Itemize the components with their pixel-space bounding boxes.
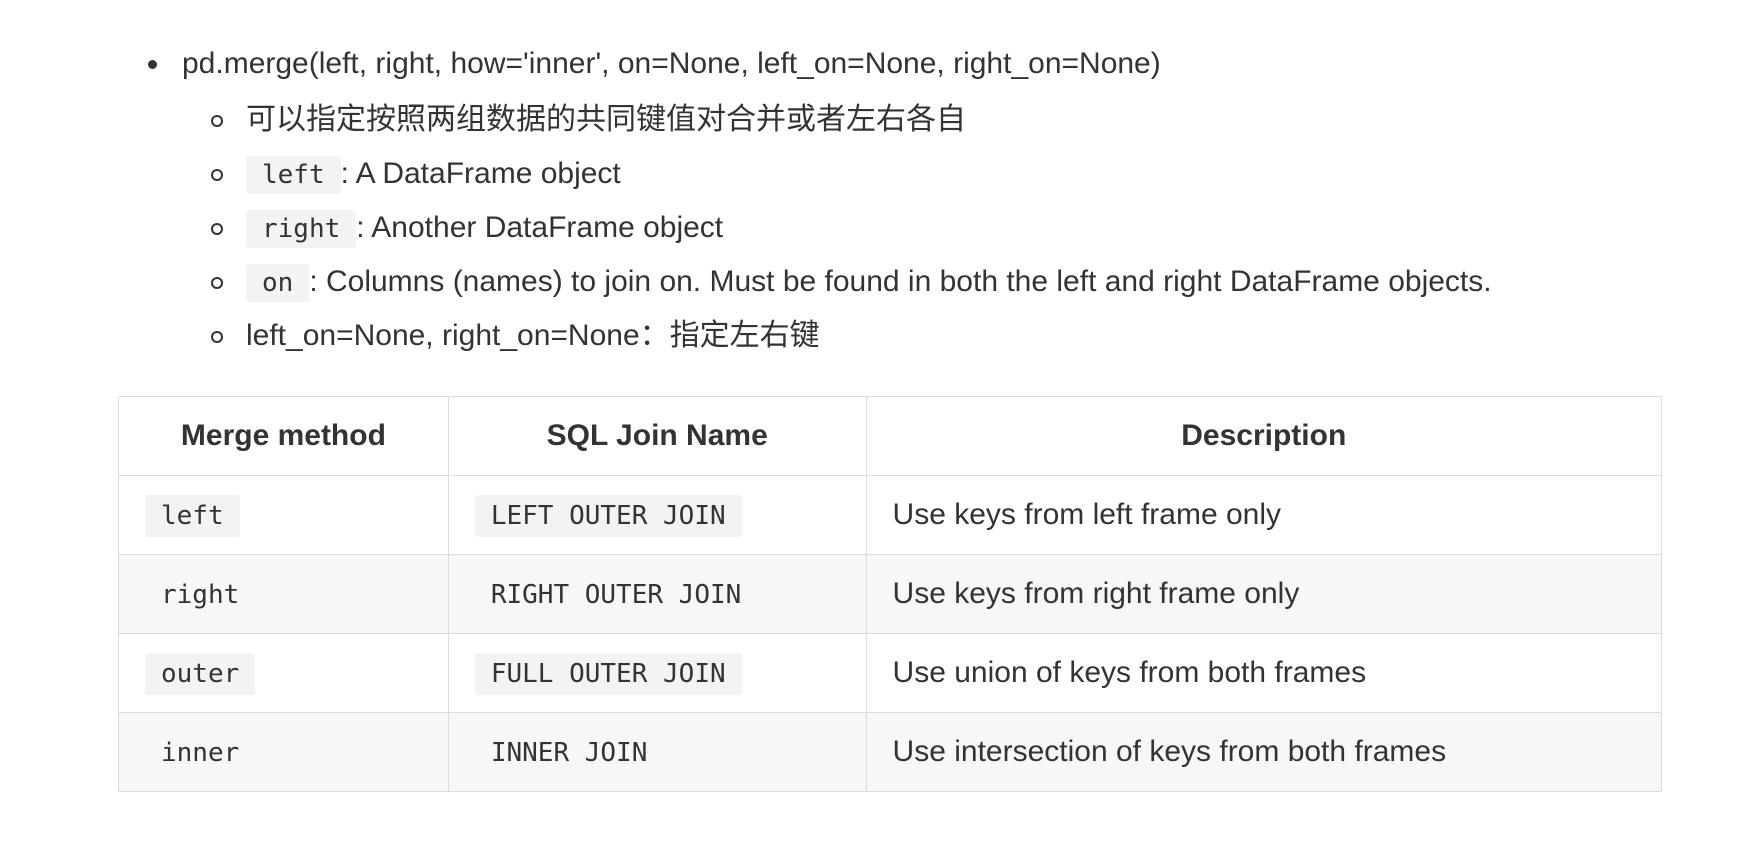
cell-description: Use intersection of keys from both frame… [865,712,1663,792]
inline-code: left [246,156,341,194]
column-header-merge-method: Merge method [118,396,449,476]
method-code: inner [161,738,240,768]
merge-signature-text: pd.merge(left, right, how='inner', on=No… [182,47,1161,80]
sub-item-left-right-on: left_on=None, right_on=None：指定左右键 [0,316,1750,370]
bullet-circle-icon [211,115,223,127]
cell-description: Use keys from left frame only [865,475,1663,555]
inline-code: right [246,210,357,248]
cell-sql: LEFT OUTER JOIN [447,475,867,555]
cell-method: right [118,554,449,634]
table-row: inner INNER JOIN Use intersection of key… [118,712,1663,792]
cell-method: inner [118,712,449,792]
inline-code: on [246,264,310,302]
sub-item-text: : A DataFrame object [340,157,621,190]
column-header-sql-join-name: SQL Join Name [447,396,867,476]
bullet-circle-icon [211,169,223,181]
sub-list: 可以指定按照两组数据的共同键值对合并或者左右各自 left: A DataFra… [0,100,1750,370]
cell-method: outer [118,633,449,713]
table-row: outer FULL OUTER JOIN Use union of keys … [118,633,1663,713]
bullet-circle-icon [211,277,223,289]
bullet-circle-icon [211,331,223,343]
sql-code: LEFT OUTER JOIN [474,495,742,537]
sub-item-right: right: Another DataFrame object [0,208,1750,262]
table-row: left LEFT OUTER JOIN Use keys from left … [118,475,1663,555]
sub-item-left: left: A DataFrame object [0,154,1750,208]
sql-code: INNER JOIN [490,738,648,768]
sub-item-text: : Columns (names) to join on. Must be fo… [309,265,1492,298]
merge-method-table: Merge method SQL Join Name Description l… [118,396,1663,792]
method-code: left [145,495,240,537]
cell-description: Use keys from right frame only [865,554,1663,634]
bullet-circle-icon [211,223,223,235]
sub-item-description: 可以指定按照两组数据的共同键值对合并或者左右各自 [0,100,1750,154]
cell-description: Use union of keys from both frames [865,633,1663,713]
column-header-description: Description [865,396,1663,476]
sub-item-text: left_on=None, right_on=None：指定左右键 [246,319,820,352]
sub-item-text: 可以指定按照两组数据的共同键值对合并或者左右各自 [246,103,966,136]
cell-sql: INNER JOIN [447,712,867,792]
bullet-list: pd.merge(left, right, how='inner', on=No… [0,44,1750,84]
method-code: right [161,580,240,610]
cell-method: left [118,475,449,555]
sql-code: FULL OUTER JOIN [474,653,742,695]
bullet-dot-icon [148,60,157,69]
cell-sql: RIGHT OUTER JOIN [447,554,867,634]
method-code: outer [145,653,256,695]
sub-item-text: : Another DataFrame object [356,211,724,244]
sql-code: RIGHT OUTER JOIN [490,580,742,610]
sub-item-on: on: Columns (names) to join on. Must be … [0,262,1750,316]
cell-sql: FULL OUTER JOIN [447,633,867,713]
table-header-row: Merge method SQL Join Name Description [118,396,1663,476]
table-row: right RIGHT OUTER JOIN Use keys from rig… [118,554,1663,634]
list-item-merge-signature: pd.merge(left, right, how='inner', on=No… [0,44,1750,84]
